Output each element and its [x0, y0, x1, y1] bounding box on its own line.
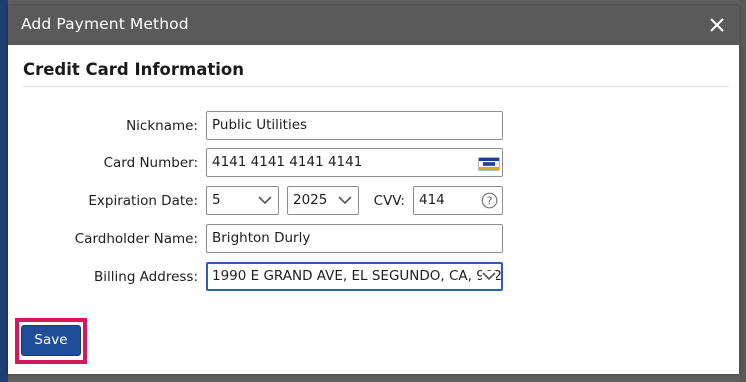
billing-address-label: Billing Address: — [94, 269, 198, 285]
cvv-input[interactable]: 414 ? — [413, 186, 503, 215]
close-icon — [710, 18, 724, 32]
add-payment-method-dialog: Add Payment Method Credit Card Informati… — [8, 6, 739, 374]
page-backdrop-left — [0, 0, 8, 382]
card-number-value: 4141 4141 4141 4141 — [212, 154, 363, 170]
card-number-label: Card Number: — [103, 155, 198, 171]
billing-address-value: 1990 E GRAND AVE, EL SEGUNDO, CA, 90245 — [212, 268, 503, 284]
nickname-input[interactable]: Public Utilities — [206, 111, 503, 140]
nickname-value: Public Utilities — [212, 117, 308, 133]
section-divider — [23, 86, 729, 87]
card-number-input[interactable]: 4141 4141 4141 4141 — [206, 148, 503, 177]
page-backdrop-right — [740, 0, 746, 382]
cvv-value: 414 — [419, 192, 445, 208]
question-circle-icon[interactable]: ? — [481, 192, 498, 209]
cardholder-name-input[interactable]: Brighton Durly — [206, 224, 503, 253]
nickname-label: Nickname: — [126, 118, 198, 134]
svg-text:?: ? — [487, 195, 493, 208]
expiration-date-label: Expiration Date: — [88, 193, 198, 209]
cvv-label: CVV: — [373, 193, 405, 209]
chevron-down-icon — [482, 271, 496, 281]
billing-address-select[interactable]: 1990 E GRAND AVE, EL SEGUNDO, CA, 90245 — [206, 262, 503, 291]
expiration-month-value: 5 — [212, 192, 221, 208]
cardholder-name-value: Brighton Durly — [212, 230, 311, 246]
section-title: Credit Card Information — [23, 60, 244, 79]
modal-title: Add Payment Method — [21, 15, 189, 33]
cardholder-name-label: Cardholder Name: — [74, 231, 198, 247]
close-button[interactable] — [707, 15, 727, 35]
modal-header: Add Payment Method — [8, 6, 739, 45]
visa-card-icon — [478, 157, 500, 171]
save-button[interactable]: Save — [21, 325, 81, 356]
